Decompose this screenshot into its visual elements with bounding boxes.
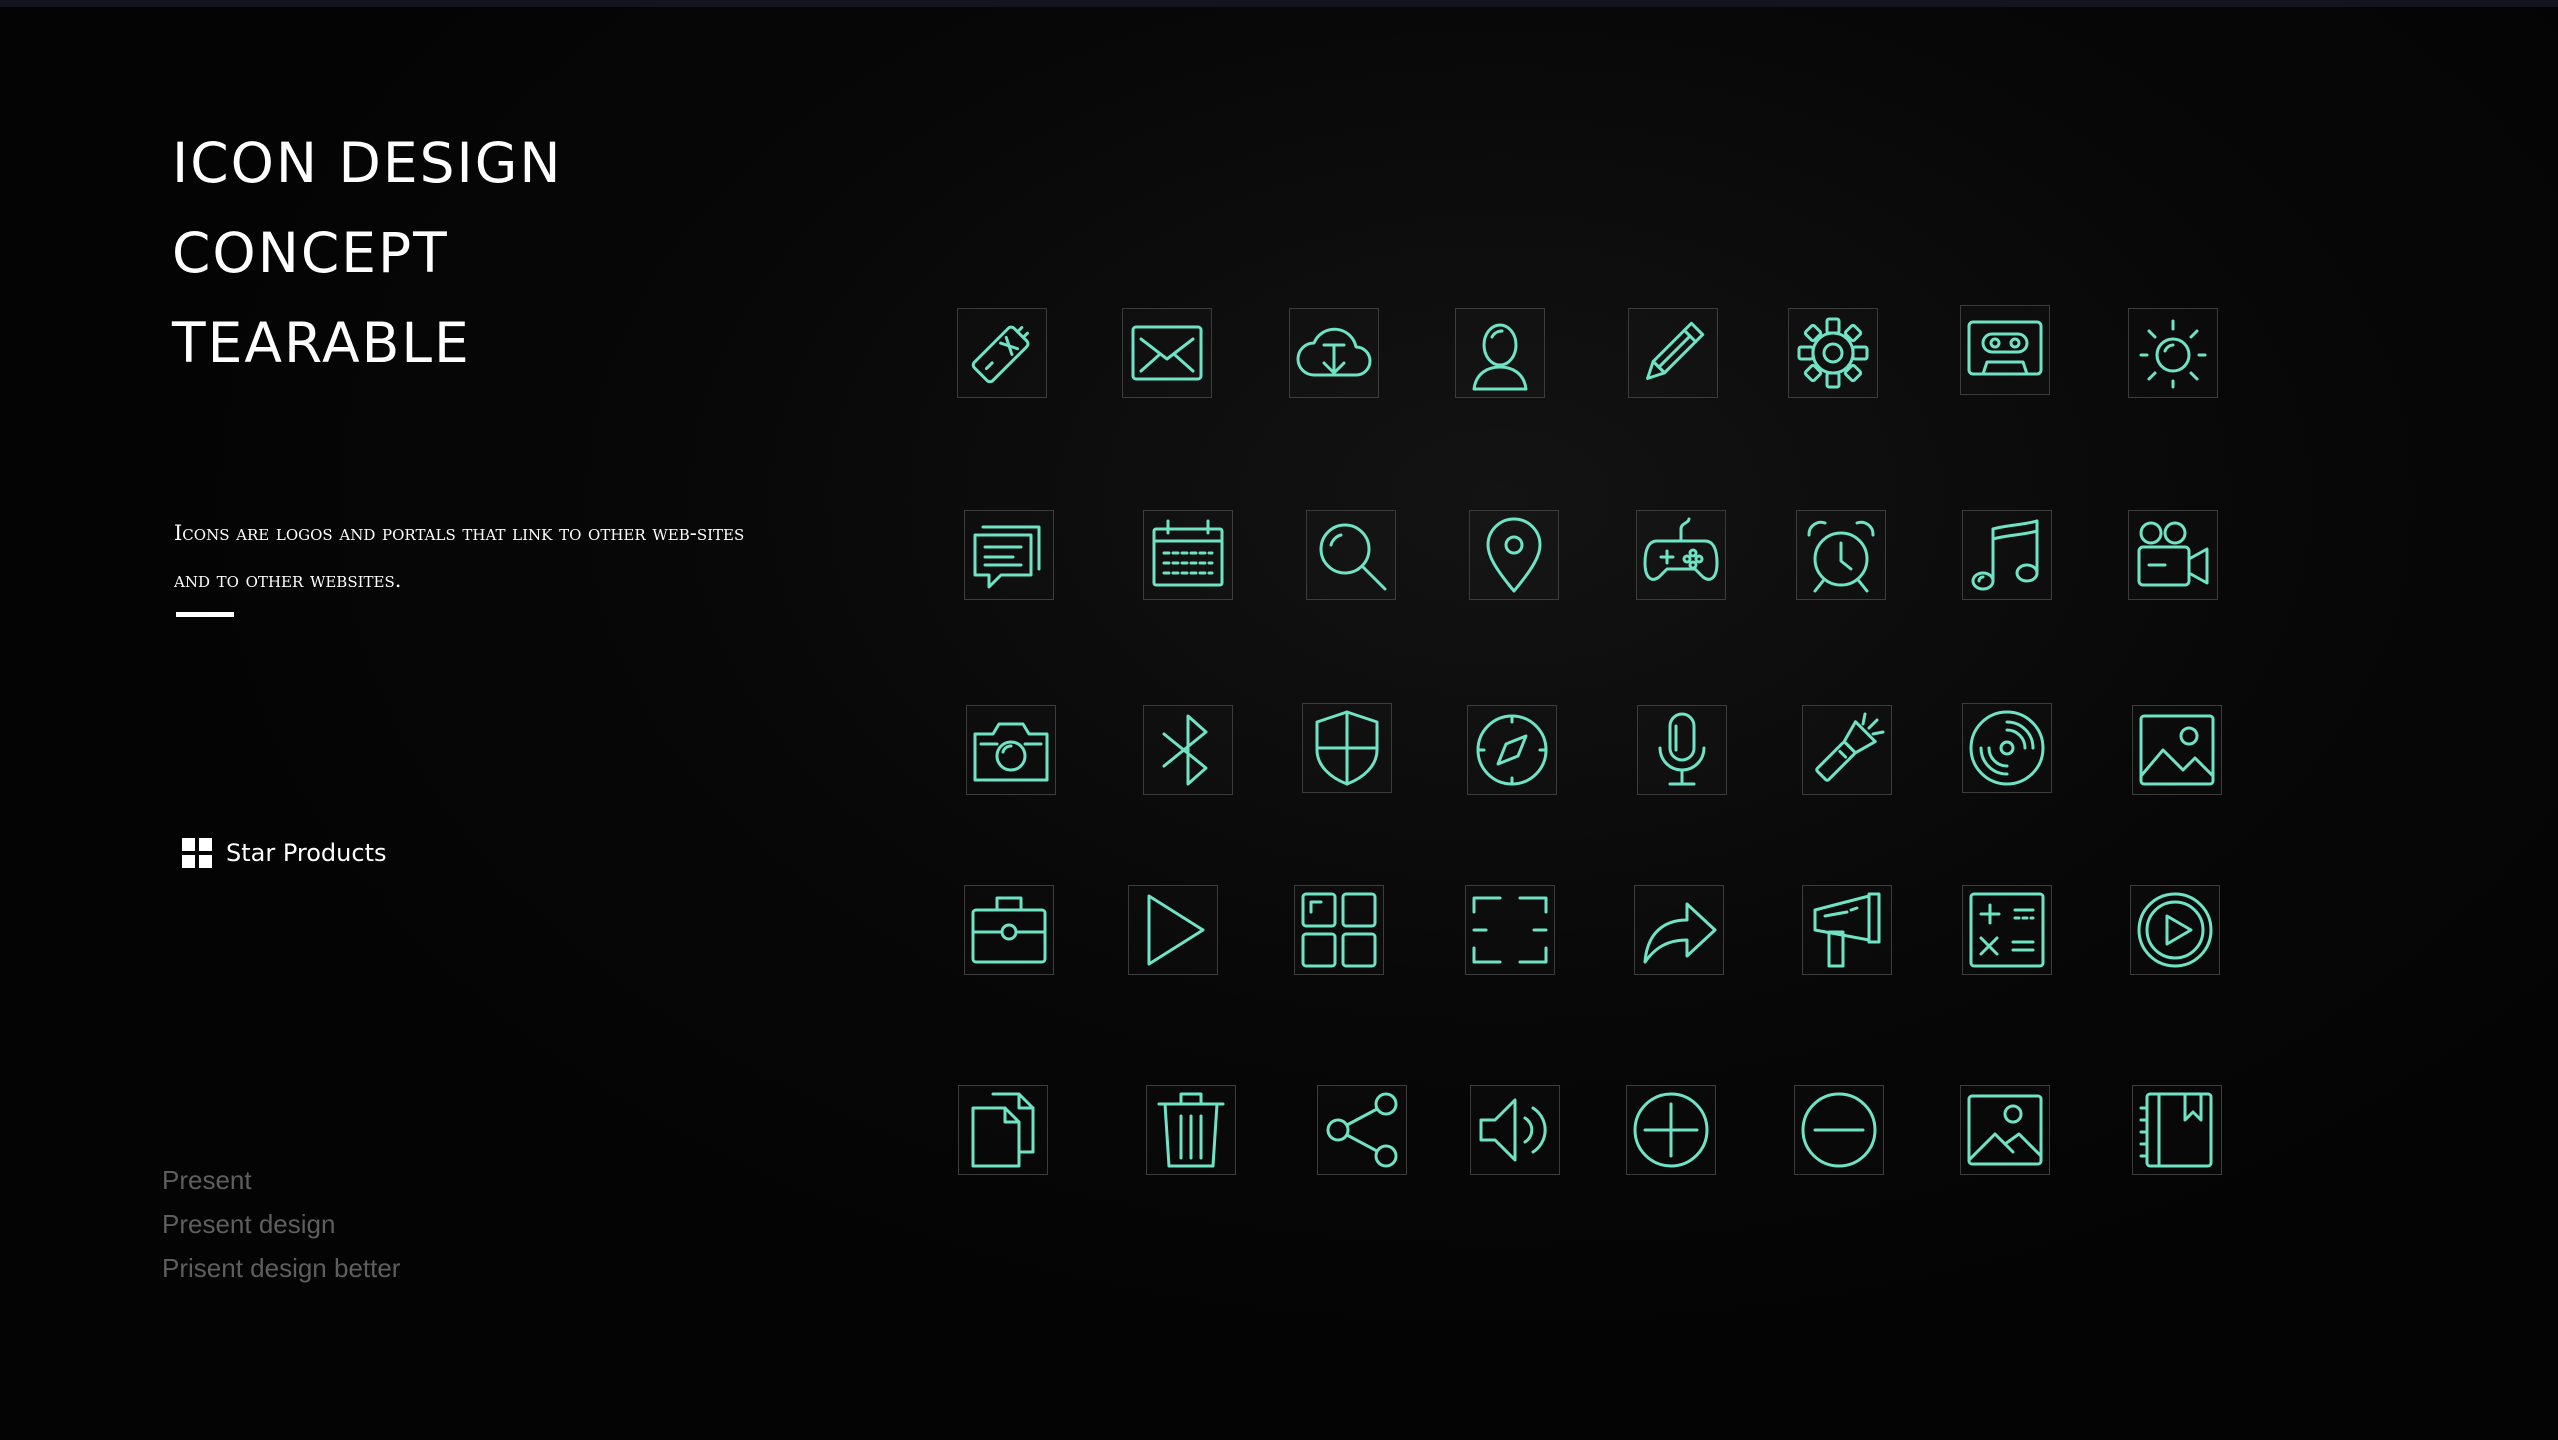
video-camera-icon[interactable]	[2128, 510, 2218, 600]
picture-icon[interactable]	[1960, 1085, 2050, 1175]
cassette-icon[interactable]	[1960, 305, 2050, 395]
megaphone-icon[interactable]	[1802, 885, 1892, 975]
chat-icon[interactable]	[964, 510, 1054, 600]
grid-squares-icon	[182, 838, 212, 868]
bluetooth-icon[interactable]	[1143, 705, 1233, 795]
gear-icon[interactable]	[1788, 308, 1878, 398]
present-line-1: Present	[162, 1165, 252, 1195]
brightness-icon[interactable]	[2128, 308, 2218, 398]
star-products-label: Star Products	[226, 839, 387, 867]
battery-icon[interactable]	[957, 308, 1047, 398]
cloud-download-icon[interactable]	[1289, 308, 1379, 398]
trash-icon[interactable]	[1146, 1085, 1236, 1175]
top-edge-bar	[0, 0, 2558, 7]
play-icon[interactable]	[1128, 885, 1218, 975]
description-underline	[176, 612, 234, 617]
plus-circle-icon[interactable]	[1626, 1085, 1716, 1175]
share-arrow-icon[interactable]	[1634, 885, 1724, 975]
briefcase-icon[interactable]	[964, 885, 1054, 975]
apps-grid-icon[interactable]	[1294, 885, 1384, 975]
title-line-1: ICON DESIGN	[172, 131, 563, 195]
shield-icon[interactable]	[1302, 703, 1392, 793]
play-circle-icon[interactable]	[2130, 885, 2220, 975]
vinyl-disc-icon[interactable]	[1962, 703, 2052, 793]
calendar-icon[interactable]	[1143, 510, 1233, 600]
search-icon[interactable]	[1306, 510, 1396, 600]
alarm-clock-icon[interactable]	[1796, 510, 1886, 600]
flashlight-icon[interactable]	[1802, 705, 1892, 795]
documents-icon[interactable]	[958, 1085, 1048, 1175]
minus-circle-icon[interactable]	[1794, 1085, 1884, 1175]
icon-row-1	[950, 300, 2240, 400]
calculator-icon[interactable]	[1962, 885, 2052, 975]
location-pin-icon[interactable]	[1469, 510, 1559, 600]
present-line-3: Prisent design better	[162, 1253, 401, 1283]
star-products-link[interactable]: Star Products	[182, 838, 386, 868]
microphone-icon[interactable]	[1637, 705, 1727, 795]
icon-row-4	[950, 885, 2240, 985]
icon-row-3	[950, 700, 2240, 800]
speaker-icon[interactable]	[1470, 1085, 1560, 1175]
share-nodes-icon[interactable]	[1317, 1085, 1407, 1175]
image-icon[interactable]	[2132, 705, 2222, 795]
present-list: Present Present design Prisent design be…	[162, 1158, 400, 1290]
pencil-icon[interactable]	[1628, 308, 1718, 398]
compass-icon[interactable]	[1467, 705, 1557, 795]
title-line-2: CONCEPT	[172, 221, 449, 285]
slide-title: ICON DESIGN CONCEPT TEARABLE	[172, 118, 563, 388]
title-line-3: TEARABLE	[172, 311, 471, 375]
camera-icon[interactable]	[966, 705, 1056, 795]
icon-row-5	[950, 1085, 2240, 1185]
scan-frame-icon[interactable]	[1465, 885, 1555, 975]
mail-icon[interactable]	[1122, 308, 1212, 398]
music-note-icon[interactable]	[1962, 510, 2052, 600]
user-icon[interactable]	[1455, 308, 1545, 398]
present-line-2: Present design	[162, 1209, 336, 1239]
icon-row-2	[950, 505, 2240, 605]
bookmark-book-icon[interactable]	[2132, 1085, 2222, 1175]
slide-description: Icons are logos and portals that link to…	[174, 521, 745, 592]
gamepad-icon[interactable]	[1636, 510, 1726, 600]
